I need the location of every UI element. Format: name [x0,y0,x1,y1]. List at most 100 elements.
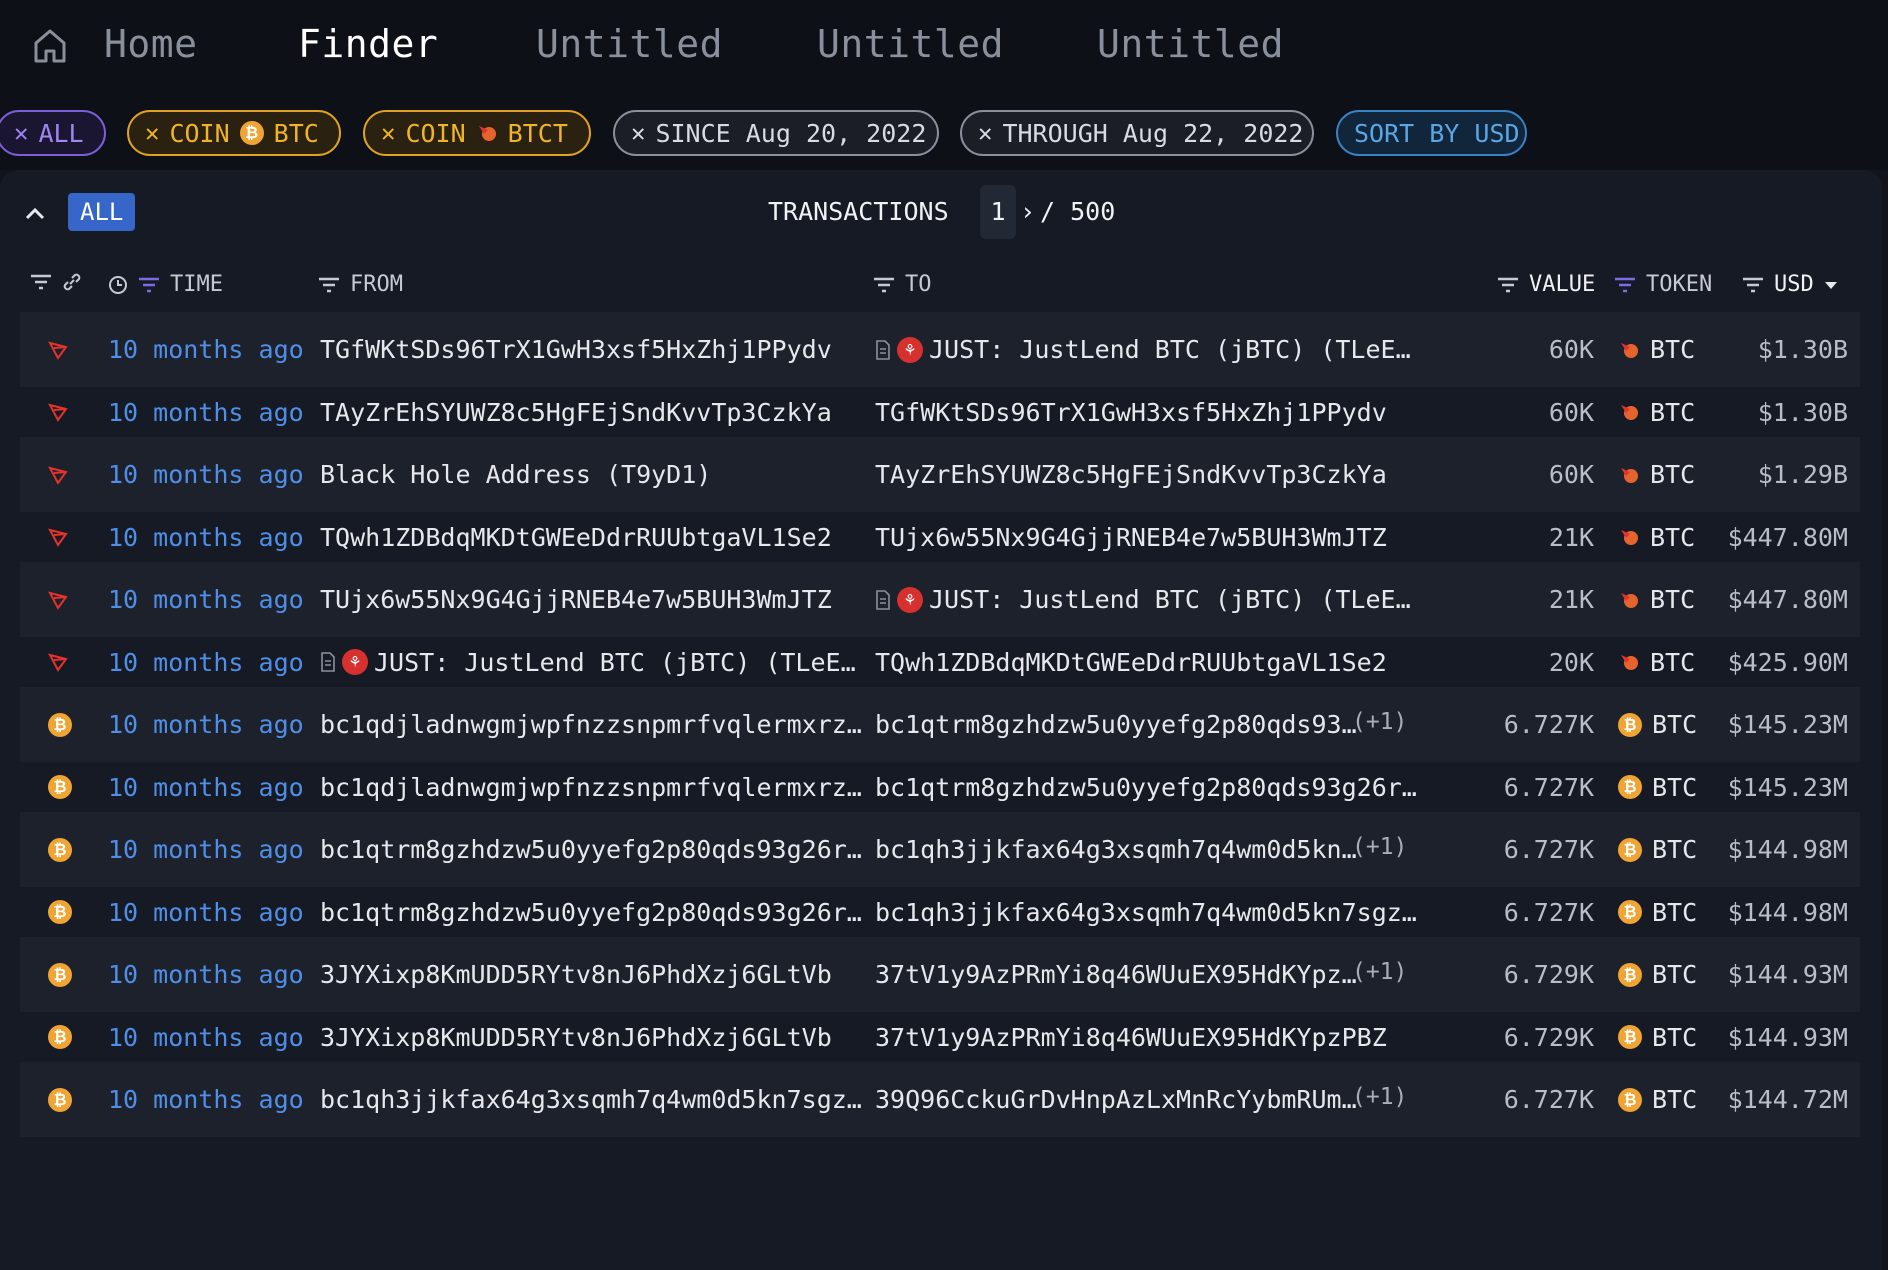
btc-chain-icon: ₿ [48,712,72,737]
tab-finder[interactable]: Finder [298,22,438,66]
btc-token-icon: ₿ [1618,1025,1642,1049]
close-icon[interactable]: ✕ [145,119,159,147]
btc-token-icon: ₿ [1618,837,1642,862]
filter-chip-since[interactable]: ✕ SINCE Aug 20, 2022 [613,110,939,156]
extra-recipients-badge[interactable]: (+1) [1352,1062,1407,1137]
filter-chip-through[interactable]: ✕ THROUGH Aug 22, 2022 [960,110,1314,156]
filter-coin-key: COIN [169,118,230,148]
page-number-input[interactable]: 1 [980,185,1016,239]
sort-desc-icon[interactable] [1824,280,1838,290]
header-to[interactable]: TO [873,272,932,297]
close-icon[interactable]: ✕ [978,119,992,147]
all-badge[interactable]: ALL [68,193,136,231]
header-filter-controls [30,272,82,292]
filter-icon[interactable] [1614,277,1636,293]
tron-chain-icon [48,403,68,422]
filter-through-label: THROUGH Aug 22, 2022 [1002,118,1304,148]
page-total: / 500 [1040,197,1116,226]
header-token-label: TOKEN [1646,272,1713,297]
table-row[interactable]: ₿ 10 months ago bc1qh3jjkfax64g3xsqmh7q4wm… [20,1062,1860,1137]
from-address-text: bc1qh3jjkfax64g3xsqmh7q4wm0d5kn7sgz… [320,1085,862,1114]
btc-token-icon: ₿ [1618,712,1642,737]
to-address-text: 39Q96CckuGrDvHnpAzLxMnRcYybmRUm… [875,1085,1357,1114]
contract-doc-icon [876,589,890,610]
tron-chain-icon [48,590,68,610]
tab-untitled-2[interactable]: Untitled [817,22,1004,66]
filter-icon[interactable] [1497,277,1519,293]
justlend-entity-icon: ⚘ [342,649,368,675]
to-address[interactable]: 39Q96CckuGrDvHnpAzLxMnRcYybmRUm… [875,1062,1357,1137]
top-nav: Home Finder Untitled Untitled Untitled [0,0,1888,96]
filter-coin-value: BTC [273,118,319,148]
tron-chain-icon [48,340,68,360]
filter-chip-coin-btct[interactable]: ✕ COIN BTCT [363,110,591,156]
btc-token-icon: ₿ [1618,775,1642,799]
filter-icon[interactable] [318,277,340,293]
header-time[interactable]: TIME [108,272,223,297]
close-icon[interactable]: ✕ [631,119,645,147]
header-usd[interactable]: USD [1742,272,1838,297]
tron-chain-icon [48,465,68,485]
from-address[interactable]: bc1qh3jjkfax64g3xsqmh7q4wm0d5kn7sgz… [320,1062,862,1137]
filter-coin-key: COIN [405,118,466,148]
btc-chain-icon: ₿ [48,1087,72,1112]
chevron-up-icon[interactable] [24,206,46,220]
token-cell[interactable]: ₿ BTC [1618,1062,1697,1137]
header-token[interactable]: TOKEN [1614,272,1712,297]
close-icon[interactable]: ✕ [381,119,395,147]
btc-token-icon: ₿ [1618,962,1642,987]
header-value[interactable]: VALUE [1497,272,1595,297]
filter-since-label: SINCE Aug 20, 2022 [655,118,927,148]
btc-token-icon: ₿ [1618,900,1642,924]
next-page-chevron[interactable]: › [1020,197,1035,226]
btc-chain-icon: ₿ [48,900,72,924]
btct-token-icon [1621,530,1638,545]
filter-icon[interactable] [138,277,160,293]
clock-icon[interactable] [108,275,128,295]
filter-coin-value: BTCT [507,118,568,148]
sort-chip[interactable]: SORT BY USD [1336,110,1527,156]
btc-chain-icon: ₿ [48,775,72,799]
filter-all-label: ALL [38,118,84,148]
transactions-panel: ALL TRANSACTIONS 1 › / 500 TIME FROM TO … [0,170,1882,1270]
btc-chain-icon: ₿ [48,962,72,987]
tab-untitled-1[interactable]: Untitled [536,22,723,66]
btc-chain-icon: ₿ [48,1025,72,1049]
filter-icon[interactable] [30,274,52,290]
tron-chain-icon [48,653,68,672]
btct-token-icon [1621,467,1638,483]
filter-icon[interactable] [873,277,895,293]
btct-token-icon [1621,342,1638,358]
sort-label: SORT BY USD [1354,118,1520,148]
header-to-label: TO [905,272,932,297]
filter-bar: ✕ ALL ✕ COIN ₿ BTC ✕ COIN BTCT ✕ SINCE A… [0,96,1888,170]
tron-chain-icon [48,528,68,547]
header-from-label: FROM [350,272,403,297]
link-icon[interactable] [62,272,82,292]
filter-chip-coin-btc[interactable]: ✕ COIN ₿ BTC [127,110,341,156]
chain-cell: ₿ [48,1062,78,1137]
btct-token-icon [1621,405,1638,420]
filter-icon[interactable] [1742,277,1764,293]
contract-doc-icon [876,339,890,360]
header-from[interactable]: FROM [318,272,403,297]
btc-coin-icon: ₿ [239,121,264,145]
contract-doc-icon [321,652,335,672]
btc-chain-icon: ₿ [48,837,72,862]
btc-token-icon: ₿ [1618,1087,1642,1112]
tab-home[interactable]: Home [104,22,198,66]
home-icon[interactable] [32,27,68,65]
btct-coin-icon [478,126,496,141]
header-time-label: TIME [170,272,223,297]
value-cell: 6.727K [1503,1085,1594,1114]
justlend-entity-icon: ⚘ [897,586,923,613]
justlend-entity-icon: ⚘ [897,336,923,363]
close-icon[interactable]: ✕ [14,119,28,147]
header-value-label: VALUE [1529,272,1596,297]
header-usd-label: USD [1774,272,1814,297]
filter-chip-all[interactable]: ✕ ALL [0,110,106,156]
usd-cell: $144.72M [1727,1085,1848,1114]
tab-untitled-3[interactable]: Untitled [1097,22,1284,66]
time-link[interactable]: 10 months ago [108,1062,304,1137]
token-label: BTC [1652,1085,1698,1114]
